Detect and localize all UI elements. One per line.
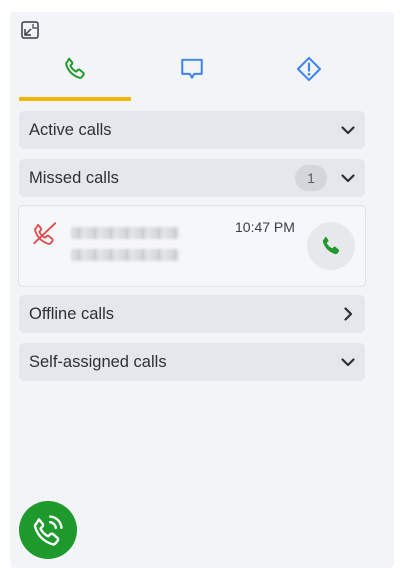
tab-alerts[interactable] — [253, 40, 365, 98]
chevron-down-icon — [331, 111, 365, 149]
chevron-down-icon — [331, 159, 365, 197]
tab-calls[interactable] — [19, 40, 131, 98]
section-active-calls[interactable]: Active calls — [19, 111, 365, 149]
chat-bubble-icon — [181, 58, 203, 79]
section-self-assigned-calls[interactable]: Self-assigned calls — [19, 343, 365, 381]
missed-count-badge: 1 — [295, 165, 327, 191]
phone-ringing-icon — [33, 515, 63, 546]
tab-bar — [19, 40, 365, 102]
collapse-window-icon[interactable] — [20, 20, 40, 40]
missed-call-item[interactable]: 10:47 PM — [18, 205, 366, 287]
phone-icon — [322, 236, 340, 255]
section-label: Offline calls — [29, 304, 114, 323]
chevron-down-icon — [331, 343, 365, 381]
call-time: 10:47 PM — [235, 219, 295, 235]
alert-diamond-icon — [296, 56, 322, 82]
section-label: Missed calls — [29, 168, 119, 187]
active-tab-indicator — [19, 97, 131, 101]
caller-number-redacted — [71, 249, 179, 261]
tab-chats[interactable] — [136, 40, 248, 98]
phone-icon — [65, 57, 85, 79]
callback-button[interactable] — [307, 222, 355, 270]
section-label: Self-assigned calls — [29, 352, 167, 371]
section-offline-calls[interactable]: Offline calls — [19, 295, 365, 333]
dialer-fab-button[interactable] — [19, 501, 77, 559]
missed-call-icon — [32, 221, 58, 247]
caller-name-redacted — [71, 227, 179, 239]
section-label: Active calls — [29, 120, 112, 139]
chevron-right-icon — [331, 295, 365, 333]
section-missed-calls[interactable]: Missed calls 1 — [19, 159, 365, 197]
